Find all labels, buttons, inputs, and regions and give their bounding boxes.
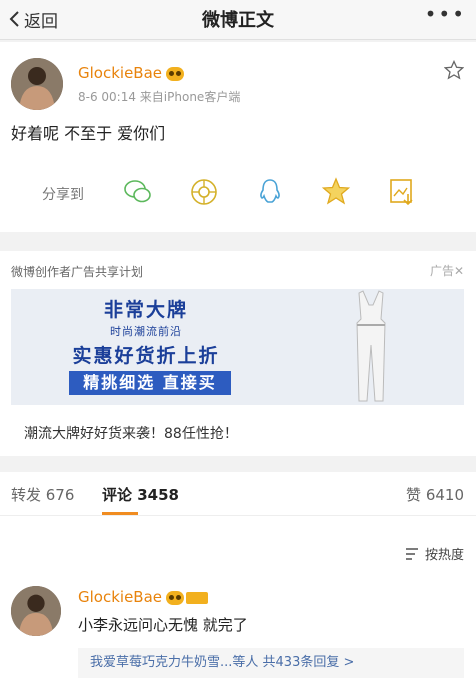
ad-close-tag[interactable]: 广告✕ [430,262,464,279]
post-username[interactable]: GlockieBae [78,64,185,82]
sort-by-hot-button[interactable]: 按热度 [405,544,464,563]
active-tab-indicator [102,512,138,515]
share-label: 分享到 [42,187,84,203]
share-bar: 分享到 [0,176,476,210]
tab-like[interactable]: 赞 6410 [406,484,464,505]
ad-card[interactable]: 微博创作者广告共享计划 广告✕ 非常大牌 时尚潮流前沿 实惠好货折上折 精挑细选… [0,251,476,456]
page-title: 微博正文 [202,10,274,31]
banner-line-4: 精挑细选 直接买 [69,371,231,395]
qq-icon[interactable] [254,176,286,208]
qzone-icon[interactable] [320,176,352,208]
vip-badge-icon [166,66,185,81]
favorite-star-icon[interactable] [444,60,464,80]
moments-icon[interactable] [188,176,220,208]
save-image-icon[interactable] [386,176,418,208]
tab-comment[interactable]: 评论 3458 [102,484,179,505]
ad-banner[interactable]: 非常大牌 时尚潮流前沿 实惠好货折上折 精挑细选 直接买 [11,289,464,405]
comment-text: 小李永远问心无愧 就完了 [78,616,248,634]
comment-username[interactable]: GlockieBae [78,588,209,606]
comments-section: 转发 676 评论 3458 赞 6410 按热度 GlockieBae 小李永… [0,472,476,689]
more-icon[interactable]: ••• [425,2,466,26]
post-text: 好着呢 不至于 爱你们 [11,124,166,143]
wechat-icon[interactable] [122,176,154,208]
vip-badge-icon [166,590,185,605]
ad-header: 微博创作者广告共享计划 [11,265,144,279]
author-badge-icon [186,591,209,604]
banner-line-3: 实惠好货折上折 [72,345,220,367]
tab-repost[interactable]: 转发 676 [11,484,74,505]
sort-icon [405,547,418,560]
ad-caption: 潮流大牌好好货来袭！88任性抢！ [24,426,238,442]
post-card: GlockieBae 8-6 00:14 来自iPhone客户端 好着呢 不至于… [0,42,476,232]
top-nav-bar: 返回 微博正文 ••• [0,0,476,40]
avatar[interactable] [11,58,63,110]
reply-summary-link[interactable]: 我爱草莓巧克力牛奶雪...等人 共433条回复 > [78,648,464,678]
jumpsuit-image [356,290,386,402]
sort-label: 按热度 [424,548,464,563]
banner-line-2: 时尚潮流前沿 [110,325,182,338]
avatar[interactable] [11,586,61,636]
post-meta: 8-6 00:14 来自iPhone客户端 [78,90,241,104]
interaction-tabs: 转发 676 评论 3458 赞 6410 [0,472,476,516]
banner-line-1: 非常大牌 [103,299,188,321]
